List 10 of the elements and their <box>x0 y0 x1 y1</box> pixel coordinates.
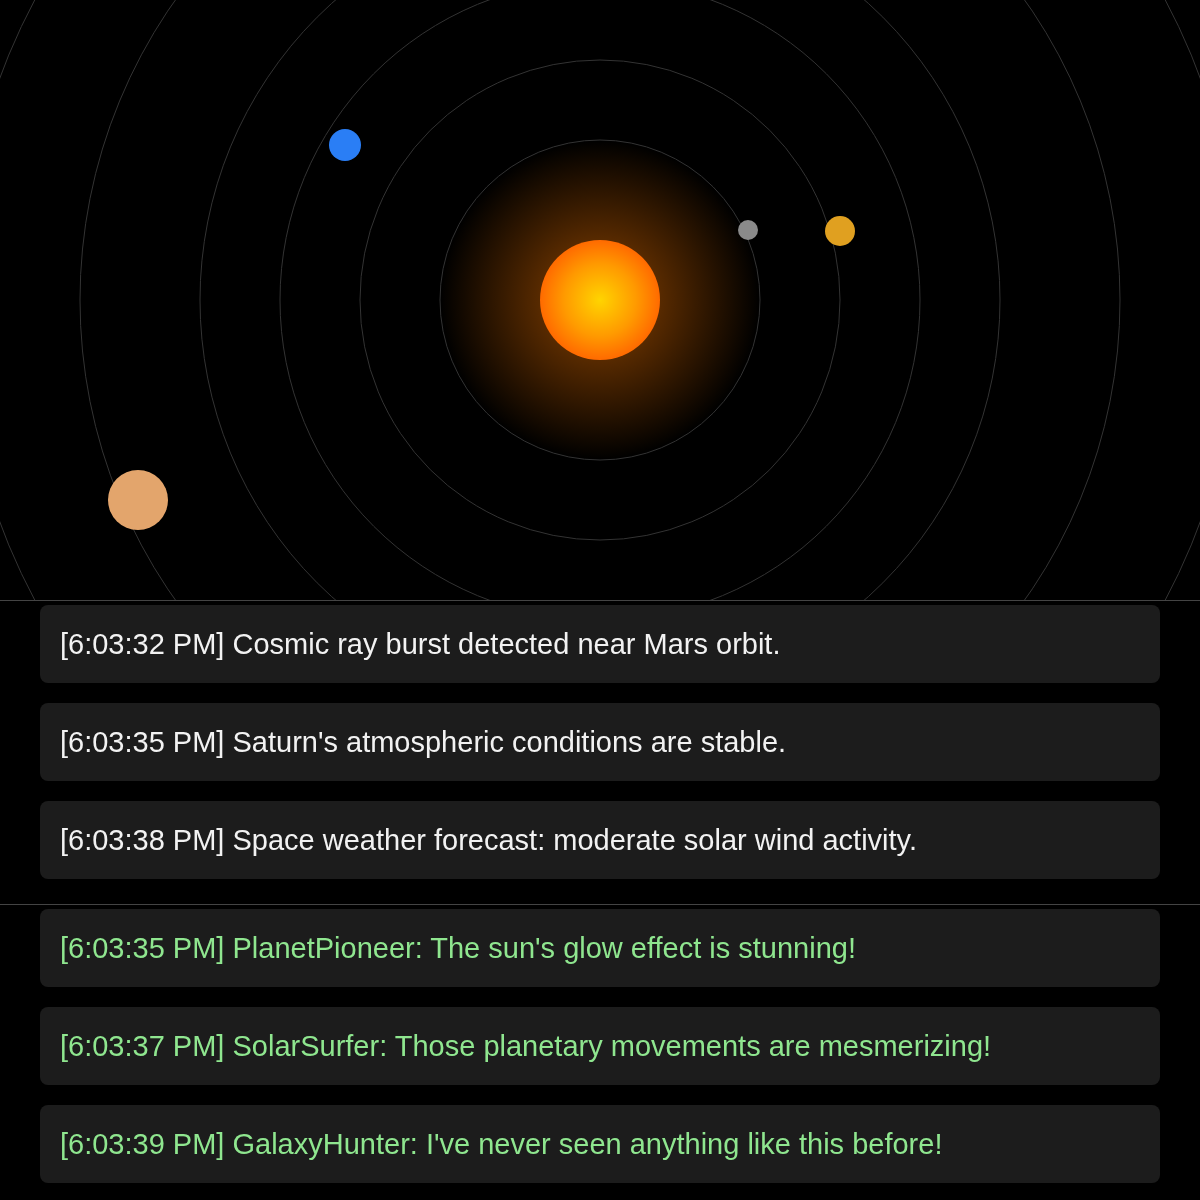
log-message: [6:03:32 PM] Cosmic ray burst detected near Mars orbit. <box>40 605 1160 683</box>
chat-message: [6:03:35 PM] PlanetPioneer: The sun's glow effect is stunning! <box>40 909 1160 987</box>
chat-message: [6:03:37 PM] SolarSurfer: Those planetary movements are mesmerizing! <box>40 1007 1160 1085</box>
planet <box>108 470 168 530</box>
chat-message: [6:03:39 PM] GalaxyHunter: I've never seen anything like this before! <box>40 1105 1160 1183</box>
log-message: [6:03:38 PM] Space weather forecast: moderate solar wind activity. <box>40 801 1160 879</box>
planet <box>738 220 758 240</box>
log-message: [6:03:35 PM] Saturn's atmospheric conditions are stable. <box>40 703 1160 781</box>
planet <box>329 129 361 161</box>
planet <box>825 216 855 246</box>
